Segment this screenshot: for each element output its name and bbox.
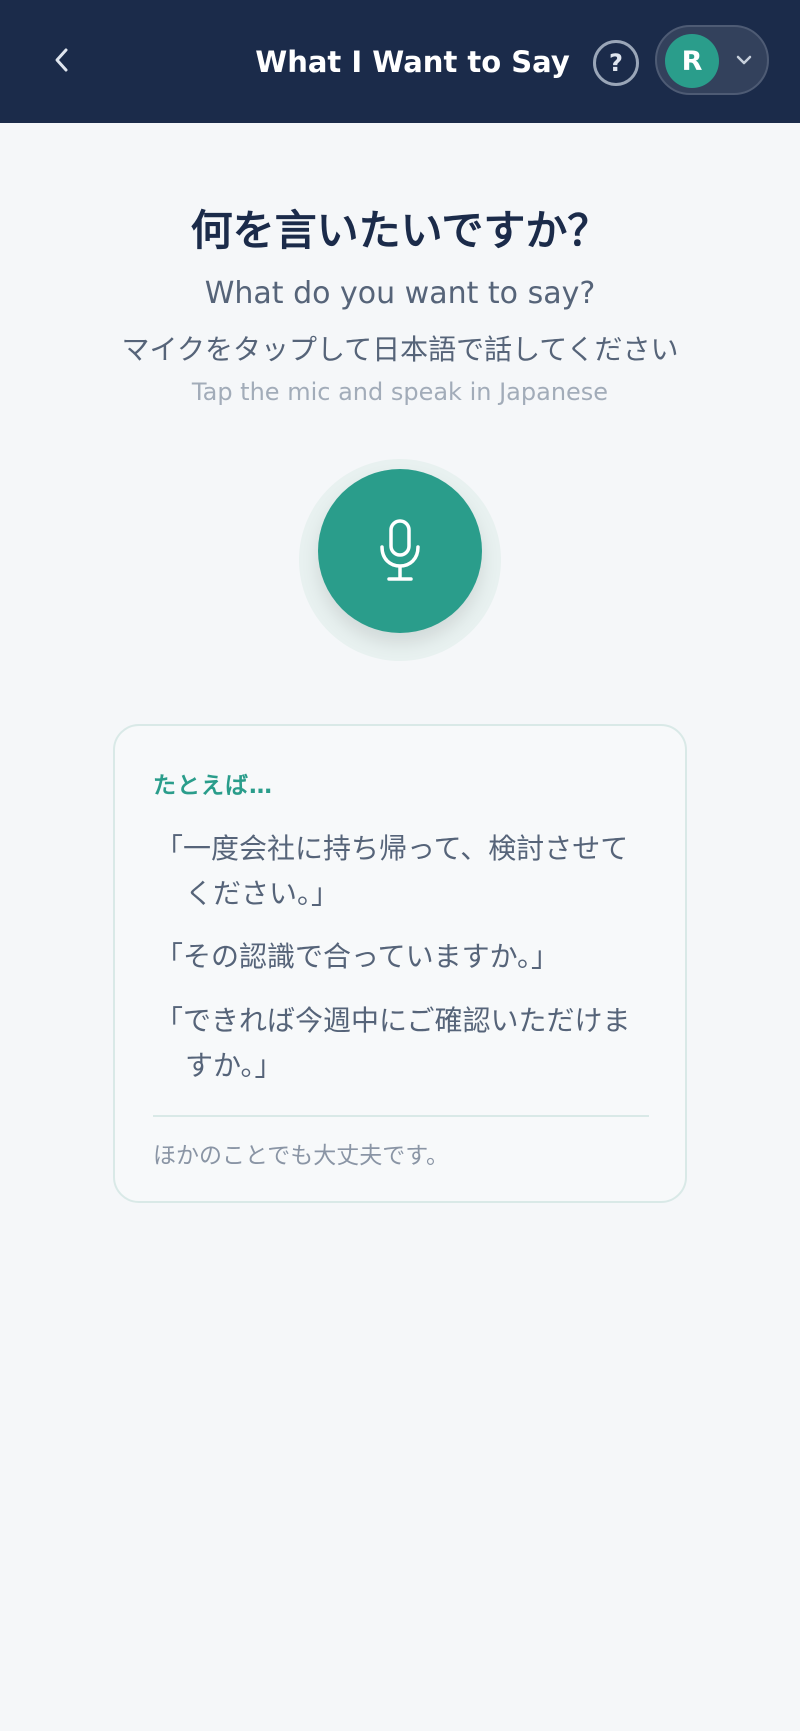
divider bbox=[153, 1115, 649, 1117]
app-header: What I Want to Say ? R bbox=[0, 0, 800, 123]
example-phrase: 「一度会社に持ち帰って、検討させてください。」 bbox=[155, 832, 629, 910]
profile-menu-button[interactable]: R bbox=[655, 25, 769, 95]
example-phrase: 「できれば今週中にご確認いただけますか。」 bbox=[155, 1004, 631, 1082]
instruction-japanese: マイクをタップして日本語で話してください bbox=[121, 333, 679, 366]
page-title: What I Want to Say bbox=[255, 45, 570, 79]
prompt-subtitle: What do you want to say? bbox=[204, 276, 596, 311]
help-button[interactable]: ? bbox=[593, 40, 639, 86]
prompt-title: 何を言いたいですか？ bbox=[190, 206, 610, 255]
chevron-left-icon bbox=[55, 48, 68, 72]
examples-card: たとえば… 「一度会社に持ち帰って、検討させてください。」 「その認識で合ってい… bbox=[113, 724, 687, 1203]
back-button[interactable] bbox=[40, 38, 84, 82]
examples-note: ほかのことでも大丈夫です。 bbox=[153, 1143, 450, 1169]
microphone-button[interactable] bbox=[318, 469, 482, 633]
avatar: R bbox=[665, 34, 719, 88]
microphone-icon bbox=[380, 519, 420, 581]
help-icon: ? bbox=[609, 49, 623, 77]
chevron-down-icon bbox=[733, 49, 755, 71]
example-phrase: 「その認識で合っていますか。」 bbox=[155, 940, 560, 973]
instruction-english: Tap the mic and speak in Japanese bbox=[191, 378, 609, 406]
examples-heading: たとえば… bbox=[153, 773, 273, 799]
